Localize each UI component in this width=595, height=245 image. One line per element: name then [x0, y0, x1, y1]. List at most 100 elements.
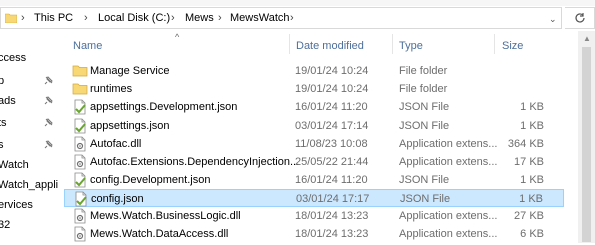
chevron-right-icon[interactable]: › — [21, 12, 25, 24]
column-header-date-modified[interactable]: Date modified — [296, 40, 364, 52]
dll-file-icon — [72, 154, 88, 170]
pin-icon — [44, 140, 53, 149]
nav-item-label: ervices — [0, 199, 33, 211]
file-type: Application extens... — [399, 138, 498, 150]
pin-icon — [44, 96, 53, 105]
file-type: Application extens... — [399, 228, 498, 240]
file-size: 1 KB — [520, 120, 544, 132]
chevron-right-icon[interactable]: › — [218, 12, 222, 24]
file-row[interactable]: Manage Service 19/01/24 10:24 File folder — [64, 62, 564, 80]
json-file-icon — [72, 118, 88, 134]
nav-item-label: 32 — [0, 219, 11, 231]
file-date-modified: 25/05/22 21:44 — [295, 156, 369, 168]
file-row[interactable]: Autofac.dll 11/08/23 10:08 Application ext… — [64, 135, 564, 153]
file-type: File folder — [399, 83, 448, 95]
file-row-selected[interactable]: config.json 03/01/24 17:17 JSON File 1 KB — [64, 189, 564, 207]
file-type: Application extens... — [399, 156, 498, 168]
nav-item[interactable]: Watch_appli — [0, 176, 60, 194]
vertical-scrollbar[interactable]: ▲ — [578, 31, 595, 243]
file-size: 17 KB — [514, 156, 544, 168]
scrollbar-thumb[interactable] — [582, 47, 591, 242]
nav-item[interactable]: s — [0, 136, 60, 154]
file-row[interactable]: appsettings.Development.json 16/01/24 11:… — [64, 98, 564, 116]
nav-item-label: Watch_appli — [0, 179, 59, 191]
file-date-modified: 11/08/23 10:08 — [295, 138, 368, 150]
file-date-modified: 16/01/24 11:20 — [295, 174, 368, 186]
refresh-button[interactable] — [565, 7, 595, 29]
file-row[interactable]: runtimes 19/01/24 10:24 File folder — [64, 80, 564, 98]
sort-ascending-icon: ^ — [175, 32, 180, 42]
file-size: 1 KB — [520, 174, 544, 186]
column-divider[interactable] — [289, 34, 290, 54]
nav-item[interactable]: ts — [0, 114, 60, 132]
nav-item[interactable]: 32 — [0, 216, 60, 234]
nav-item[interactable]: ads — [0, 92, 60, 110]
file-date-modified: 19/01/24 10:24 — [295, 65, 369, 77]
top-toolbar-strip — [0, 0, 595, 6]
column-header-name[interactable]: Name — [73, 40, 102, 52]
breadcrumb-local-disk[interactable]: Local Disk (C:) — [98, 12, 170, 24]
file-name: Autofac.Extensions.DependencyInjection..… — [90, 156, 300, 168]
file-row[interactable]: Autofac.Extensions.DependencyInjection..… — [64, 153, 564, 171]
file-size: 6 KB — [520, 228, 544, 240]
chevron-right-icon[interactable]: › — [84, 12, 88, 24]
file-row[interactable]: appsettings.json 03/01/24 17:14 JSON File 1… — [64, 117, 564, 135]
file-name: runtimes — [90, 83, 133, 95]
column-header-size[interactable]: Size — [502, 40, 523, 52]
json-file-icon — [73, 191, 89, 207]
nav-item[interactable]: ccess — [0, 49, 60, 67]
column-divider[interactable] — [392, 34, 393, 54]
file-size: 1 KB — [520, 101, 544, 113]
chevron-right-icon[interactable]: › — [290, 12, 294, 24]
dll-file-icon — [72, 208, 88, 224]
file-date-modified: 18/01/24 13:23 — [295, 210, 369, 222]
nav-item-label: ccess — [0, 52, 27, 64]
nav-item-label: ts — [0, 117, 7, 129]
nav-item-label: ads — [0, 95, 16, 107]
file-name: appsettings.Development.json — [90, 101, 238, 113]
file-type: Application extens... — [399, 210, 498, 222]
json-file-icon — [72, 99, 88, 115]
scroll-up-icon[interactable]: ▲ — [583, 34, 591, 43]
address-bar[interactable]: › This PC › Local Disk (C:) › Mews › Mew… — [0, 7, 562, 29]
column-header-type[interactable]: Type — [399, 40, 423, 52]
file-name: Autofac.dll — [90, 138, 142, 150]
file-size: 364 KB — [507, 138, 544, 150]
file-row[interactable]: config.Development.json 16/01/24 11:20 JSO… — [64, 171, 564, 189]
nav-item[interactable]: p — [0, 72, 60, 90]
breadcrumb-this-pc[interactable]: This PC — [34, 12, 73, 24]
file-date-modified: 18/01/24 13:23 — [295, 228, 369, 240]
file-date-modified: 16/01/24 11:20 — [295, 101, 368, 113]
file-type: File folder — [399, 65, 448, 77]
navigation-pane: ccess p ads ts s Watch Watch_appli ervic… — [0, 29, 60, 243]
nav-item-label: Watch — [0, 159, 29, 171]
refresh-icon — [575, 13, 585, 23]
column-divider[interactable] — [494, 34, 495, 54]
file-row[interactable]: Mews.Watch.DataAccess.dll 18/01/24 13:23 A… — [64, 225, 564, 243]
file-date-modified: 03/01/24 17:17 — [296, 193, 370, 205]
folder-icon — [72, 63, 88, 79]
breadcrumb-mewswatch[interactable]: MewsWatch — [230, 12, 290, 24]
pin-icon — [44, 118, 53, 127]
nav-item-label: s — [0, 139, 4, 151]
folder-icon — [5, 13, 17, 23]
pin-icon — [44, 76, 53, 85]
chevron-down-icon[interactable]: ⌄ — [549, 14, 559, 24]
file-type: JSON File — [399, 174, 450, 186]
file-name: config.json — [91, 193, 144, 205]
file-type: JSON File — [400, 193, 451, 205]
file-name: Manage Service — [90, 65, 170, 77]
nav-item[interactable]: ervices — [0, 196, 60, 214]
nav-item[interactable]: Watch — [0, 156, 60, 174]
file-name: appsettings.json — [90, 120, 170, 132]
file-type: JSON File — [399, 120, 450, 132]
file-name: config.Development.json — [90, 174, 211, 186]
breadcrumb-mews[interactable]: Mews — [185, 12, 214, 24]
chevron-right-icon[interactable]: › — [171, 12, 175, 24]
dll-file-icon — [72, 226, 88, 242]
folder-icon — [72, 81, 88, 97]
file-row[interactable]: Mews.Watch.BusinessLogic.dll 18/01/24 13:… — [64, 207, 564, 225]
file-name: Mews.Watch.BusinessLogic.dll — [90, 210, 241, 222]
json-file-icon — [72, 172, 88, 188]
file-size: 1 KB — [519, 193, 543, 205]
